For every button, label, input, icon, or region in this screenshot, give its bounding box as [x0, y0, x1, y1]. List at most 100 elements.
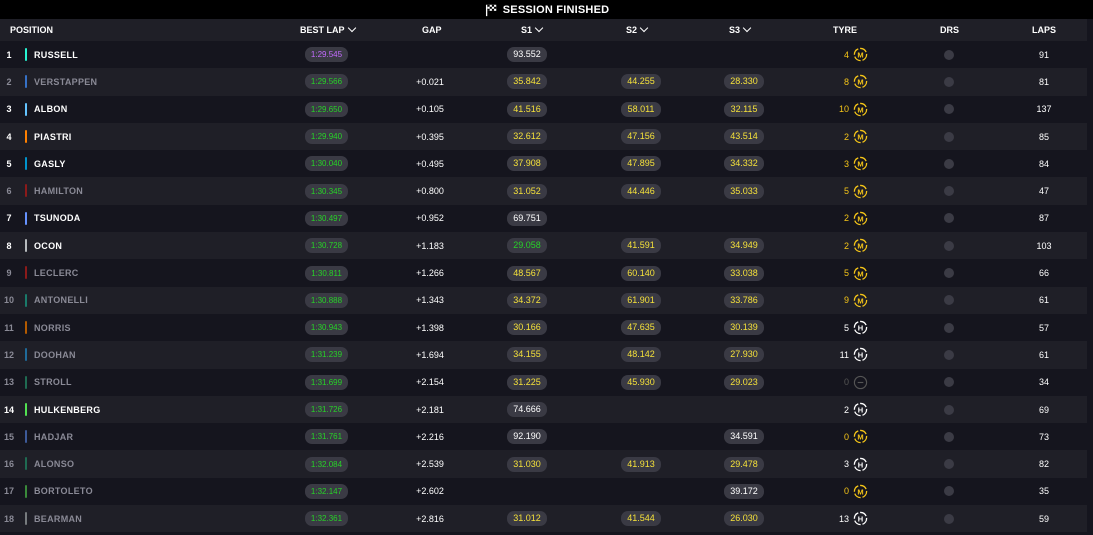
- table-row[interactable]: 11 NORRIS 1:30.943 +1.398 30.166 47.635 30.139…: [0, 313, 1087, 342]
- gap-value: [405, 41, 455, 68]
- svg-text:M: M: [857, 78, 863, 87]
- tyre-age: 2: [843, 131, 849, 142]
- col-gap[interactable]: GAP: [422, 19, 442, 41]
- sector-time: 30.139: [724, 320, 764, 336]
- col-position[interactable]: POSITION: [10, 19, 53, 41]
- svg-text:M: M: [857, 105, 863, 114]
- gap-value: +1.183: [416, 240, 444, 251]
- position-number: 16: [3, 459, 14, 470]
- table-row[interactable]: 5 GASLY 1:30.040 +0.495 37.908 47.895 34.332 3 M…: [0, 150, 1087, 178]
- sector-time: 44.446: [621, 183, 661, 199]
- driver-name: GASLY: [34, 158, 66, 169]
- gap-value: +0.800: [416, 186, 444, 197]
- chevron-down-icon: [639, 23, 649, 33]
- tyre-compound-icon: H: [853, 402, 868, 417]
- gap-value: +0.105: [416, 104, 444, 115]
- sector-time: 33.786: [724, 292, 764, 308]
- team-color-bar: [25, 211, 27, 225]
- table-row[interactable]: 4 PIASTRI 1:29.940 +0.395 32.612 47.156 43.514…: [0, 122, 1087, 151]
- sector-time: 31.030: [507, 456, 547, 472]
- table-row[interactable]: 18 BEARMAN 1:32.361 +2.816 31.012 41.544 26.03…: [0, 505, 1087, 533]
- team-color-bar: [25, 375, 27, 389]
- sector-time: 41.516: [507, 101, 547, 117]
- tyre-compound-icon: [853, 375, 868, 390]
- col-tyre[interactable]: TYRE: [833, 19, 857, 41]
- table-row[interactable]: 7 TSUNODA 1:30.497 +0.952 69.751 2 M 87: [0, 204, 1087, 233]
- col-drs[interactable]: DRS: [940, 19, 959, 41]
- driver-name: BORTOLETO: [34, 486, 93, 497]
- col-s1[interactable]: S1: [521, 19, 544, 41]
- table-row[interactable]: 12 DOOHAN 1:31.239 +1.694 34.155 48.142 27.930…: [0, 341, 1087, 369]
- col-best-lap[interactable]: BEST LAP: [300, 19, 356, 41]
- position-number: 9: [6, 268, 12, 279]
- table-row[interactable]: 3 ALBON 1:29.650 +0.105 41.516 58.011 32.115 10…: [0, 95, 1087, 123]
- svg-text:H: H: [858, 323, 863, 332]
- sector-time: 37.908: [507, 156, 547, 172]
- chevron-down-icon: [534, 23, 544, 33]
- lap-count: 91: [1038, 49, 1049, 60]
- drs-indicator: [944, 513, 954, 524]
- table-row[interactable]: 10 ANTONELLI 1:30.888 +1.343 34.372 61.901 33.…: [0, 286, 1087, 314]
- svg-text:M: M: [857, 214, 863, 223]
- table-row[interactable]: 14 HULKENBERG 1:31.726 +2.181 74.666 2 H 69: [0, 395, 1087, 424]
- svg-text:H: H: [858, 460, 863, 469]
- tyre-age: 3: [843, 459, 849, 470]
- lap-count: 87: [1038, 213, 1049, 224]
- drs-indicator: [944, 104, 954, 115]
- scrollbar[interactable]: [1087, 19, 1093, 535]
- session-status-bar: SESSION FINISHED: [0, 0, 1093, 19]
- driver-name: ALONSO: [34, 459, 75, 470]
- table-row[interactable]: 15 HADJAR 1:31.761 +2.216 92.190 34.591 0 M 73: [0, 423, 1087, 451]
- position-number: 8: [6, 240, 12, 251]
- svg-text:H: H: [858, 405, 863, 414]
- sector-time: 29.023: [724, 374, 764, 390]
- gap-value: +1.343: [416, 295, 444, 306]
- svg-text:M: M: [857, 269, 863, 278]
- team-color-bar: [25, 184, 27, 198]
- sector-time: 26.030: [724, 511, 764, 527]
- best-lap-time: 1:31.699: [305, 374, 348, 390]
- table-row[interactable]: 1 RUSSELL 1:29.545 93.552 4 M 91: [0, 41, 1087, 69]
- table-row[interactable]: 2 VERSTAPPEN 1:29.566 +0.021 35.842 44.255 28.…: [0, 68, 1087, 96]
- tyre-compound-icon: M: [853, 293, 868, 308]
- sector-time: 30.166: [507, 320, 547, 336]
- position-number: 6: [6, 186, 12, 197]
- best-lap-time: 1:29.940: [305, 129, 348, 145]
- best-lap-time: 1:32.361: [305, 511, 348, 527]
- driver-name: PIASTRI: [34, 131, 72, 142]
- table-row[interactable]: 16 ALONSO 1:32.084 +2.539 31.030 41.913 29.478…: [0, 450, 1087, 478]
- table-row[interactable]: 9 LECLERC 1:30.811 +1.266 48.567 60.140 33.038…: [0, 259, 1087, 287]
- tyre-compound-icon: M: [853, 238, 868, 253]
- table-header: POSITION BEST LAP GAP S1 S2 S3 TYRE DRS …: [0, 19, 1087, 41]
- table-row[interactable]: 6 HAMILTON 1:30.345 +0.800 31.052 44.446 35.03…: [0, 177, 1087, 205]
- team-color-bar: [25, 348, 27, 362]
- best-lap-time: 1:31.239: [305, 347, 348, 363]
- position-number: 14: [3, 404, 14, 415]
- col-s3[interactable]: S3: [729, 19, 752, 41]
- gap-value: +1.694: [416, 349, 444, 360]
- gap-value: +1.266: [416, 268, 444, 279]
- gap-value: +2.154: [416, 377, 444, 388]
- gap-value: +1.398: [416, 322, 444, 333]
- best-lap-time: 1:30.345: [305, 183, 348, 199]
- table-row[interactable]: 8 OCON 1:30.728 +1.183 29.058 41.591 34.949 2 M 1…: [0, 232, 1087, 260]
- lap-count: 57: [1038, 322, 1049, 333]
- position-number: 4: [6, 131, 12, 142]
- team-color-bar: [25, 293, 27, 307]
- drs-indicator: [944, 349, 954, 360]
- lap-count: 84: [1038, 158, 1049, 169]
- tyre-compound-icon: M: [853, 74, 868, 89]
- team-color-bar: [25, 157, 27, 171]
- sector-time: 34.332: [724, 156, 764, 172]
- drs-indicator: [944, 295, 954, 306]
- table-row[interactable]: 13 STROLL 1:31.699 +2.154 31.225 45.930 29.023…: [0, 368, 1087, 396]
- best-lap-time: 1:31.726: [305, 402, 348, 417]
- tyre-age: 2: [843, 404, 849, 415]
- position-number: 7: [6, 213, 12, 224]
- col-s2[interactable]: S2: [626, 19, 649, 41]
- table-row[interactable]: 17 BORTOLETO 1:32.147 +2.602 39.172 0 M 35: [0, 477, 1087, 506]
- team-color-bar: [25, 239, 27, 253]
- col-laps[interactable]: LAPS: [1032, 19, 1056, 41]
- gap-value: +0.495: [416, 158, 444, 169]
- driver-name: ALBON: [34, 104, 68, 115]
